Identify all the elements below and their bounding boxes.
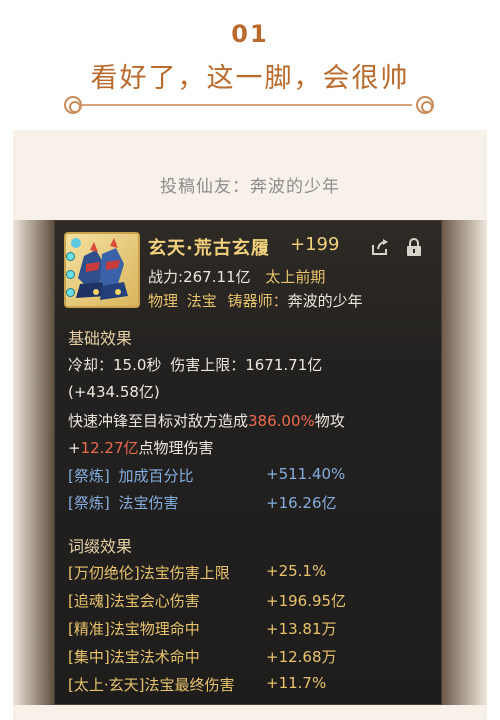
affix-value: +12.68万 <box>266 648 337 666</box>
affix-tag: [追魂] <box>68 592 110 610</box>
desc-plus: + <box>68 439 81 457</box>
affix-row: [追魂]法宝会心伤害 <box>68 590 200 611</box>
lock-icon[interactable] <box>405 237 423 257</box>
share-icon[interactable] <box>370 238 390 256</box>
desc-mid: 物攻 <box>314 412 345 430</box>
type-physical: 物理 <box>148 292 179 310</box>
smith-label: 铸器师： <box>227 292 288 310</box>
ring-ornament-icon <box>64 96 82 114</box>
affix-tag: [集中] <box>68 648 110 666</box>
affix-value: +25.1% <box>266 562 327 580</box>
type-row: 物理 法宝 铸器师：奔波的少年 <box>148 290 363 311</box>
affix-name: 法宝会心伤害 <box>109 592 200 610</box>
affix-name: 法宝法术命中 <box>109 648 200 666</box>
affix-tag: [万仞绝伦] <box>68 564 140 582</box>
affix-row: [太上·玄天]法宝最终伤害 <box>68 674 235 695</box>
affix-value: +11.7% <box>266 674 327 692</box>
item-name: 玄天·荒古玄履 <box>148 238 270 259</box>
boots-item-icon[interactable] <box>64 232 140 308</box>
smith-name: 奔波的少年 <box>287 292 363 310</box>
affix-name: 法宝物理命中 <box>109 620 200 638</box>
affix-value: +13.81万 <box>266 620 337 638</box>
rank-label: 太上前期 <box>265 268 326 286</box>
refine-row: [祭炼] 加成百分比 <box>68 465 194 486</box>
affix-tag: [精准] <box>68 620 110 638</box>
cooldown-row: 冷却：15.0秒 伤害上限：1671.71亿 <box>68 354 322 375</box>
card-left-shade <box>13 220 54 705</box>
basic-effect-title: 基础效果 <box>68 329 133 348</box>
type-artifact: 法宝 <box>186 292 217 310</box>
gem-socket-icon <box>66 252 75 261</box>
divider <box>82 104 412 106</box>
ring-ornament-icon <box>416 96 434 114</box>
refine-value: +511.40% <box>266 465 346 483</box>
desc-percent: 386.00% <box>248 412 315 430</box>
gem-socket-icon <box>66 288 75 297</box>
power-value: 267.11亿 <box>183 268 251 286</box>
refine-name: 加成百分比 <box>118 467 194 485</box>
desc-post: 点物理伤害 <box>138 439 214 457</box>
section-number: 01 <box>231 20 269 48</box>
refine-row: [祭炼] 法宝伤害 <box>68 492 179 513</box>
refine-tag: [祭炼] <box>68 467 110 485</box>
skill-desc-line1: 快速冲锋至目标对敌方造成386.00%物攻 <box>68 410 345 431</box>
card-right-shade <box>442 220 487 705</box>
damage-cap-extra: (+434.58亿) <box>68 383 160 401</box>
damage-cap-value: 1671.71亿 <box>245 356 323 374</box>
affix-value: +196.95亿 <box>266 592 347 610</box>
affix-row: [精准]法宝物理命中 <box>68 618 200 639</box>
desc-amount: 12.27亿 <box>80 439 139 457</box>
refine-value: +16.26亿 <box>266 494 337 512</box>
power-row: 战力:267.11亿 太上前期 <box>148 266 325 287</box>
refine-name: 法宝伤害 <box>118 494 179 512</box>
cooldown-label: 冷却： <box>68 356 114 374</box>
affix-tag: [太上·玄天] <box>68 676 145 694</box>
contributor-credit: 投稿仙友：奔波的少年 <box>160 177 340 197</box>
affix-effect-title: 词缀效果 <box>68 537 133 556</box>
skill-desc-line2: +12.27亿点物理伤害 <box>68 437 214 458</box>
section-headline: 看好了，这一脚，会很帅 <box>90 63 410 94</box>
affix-row: [集中]法宝法术命中 <box>68 646 200 667</box>
cooldown-value: 15.0秒 <box>113 356 162 374</box>
affix-name: 法宝伤害上限 <box>139 564 230 582</box>
refine-tag: [祭炼] <box>68 494 110 512</box>
damage-cap-label: 伤害上限： <box>170 356 246 374</box>
gem-socket-icon <box>66 270 75 279</box>
affix-name: 法宝最终伤害 <box>144 676 235 694</box>
desc-pre: 快速冲锋至目标对敌方造成 <box>68 412 249 430</box>
power-label: 战力: <box>148 268 184 286</box>
affix-row: [万仞绝伦]法宝伤害上限 <box>68 562 230 583</box>
item-level: +199 <box>290 234 340 255</box>
